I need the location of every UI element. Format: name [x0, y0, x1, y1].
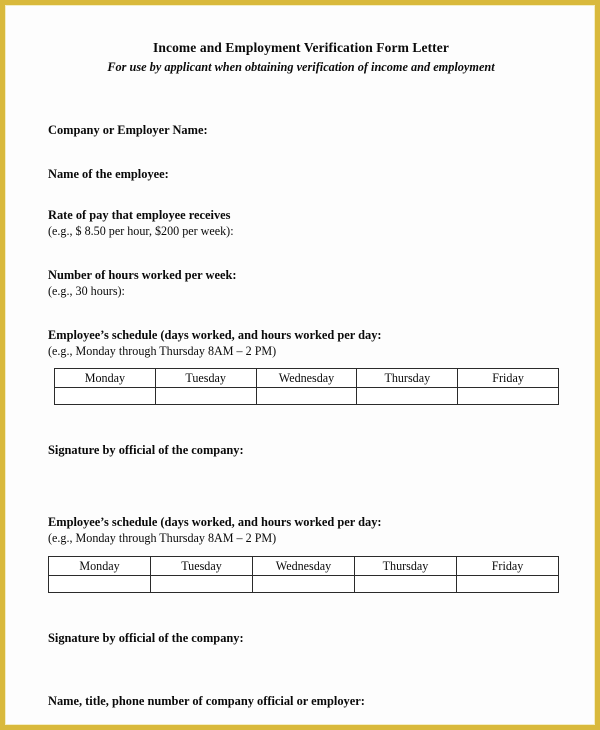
field-employee-name: Name of the employee: — [48, 167, 554, 183]
field-signature-1-label: Signature by official of the company: — [48, 443, 244, 458]
column-header-friday: Friday — [457, 368, 559, 389]
column-header-tuesday: Tuesday — [154, 368, 257, 389]
schedule-cell-wednesday[interactable] — [252, 574, 355, 593]
field-company-name-label: Company or Employer Name: — [48, 122, 208, 137]
column-header-monday: Monday — [54, 368, 156, 389]
field-signature-1: Signature by official of the company: — [48, 443, 554, 459]
column-header-thursday: Thursday — [356, 368, 459, 389]
field-rate-of-pay: Rate of pay that employee receives (e.g.… — [48, 208, 554, 239]
page-gold-frame: Income and Employment Verification Form … — [0, 0, 600, 730]
table-header-row: Monday Tuesday Wednesday Thursday Friday — [48, 555, 559, 576]
page-surface: Income and Employment Verification Form … — [5, 5, 595, 725]
field-employee-schedule-1-label: Employee’s schedule (days worked, and ho… — [48, 327, 382, 342]
table-row — [54, 387, 559, 406]
schedule-table-2: Monday Tuesday Wednesday Thursday Friday — [48, 555, 559, 593]
table-header-row: Monday Tuesday Wednesday Thursday Friday — [54, 368, 559, 389]
column-header-tuesday: Tuesday — [150, 555, 253, 576]
schedule-cell-monday[interactable] — [48, 574, 151, 593]
field-rate-of-pay-label: Rate of pay that employee receives — [48, 208, 231, 223]
field-signature-2: Signature by official of the company: — [48, 631, 554, 647]
schedule-cell-tuesday[interactable] — [150, 574, 253, 593]
schedule-cell-friday[interactable] — [457, 387, 559, 406]
schedule-cell-thursday[interactable] — [356, 387, 459, 406]
field-hours-per-week: Number of hours worked per week: (e.g., … — [48, 268, 554, 299]
schedule-table-2-body: Monday Tuesday Wednesday Thursday Friday — [48, 555, 559, 593]
column-header-wednesday: Wednesday — [255, 368, 358, 389]
column-header-wednesday: Wednesday — [252, 555, 355, 576]
document-body: Income and Employment Verification Form … — [6, 6, 594, 724]
field-employee-schedule-1: Employee’s schedule (days worked, and ho… — [48, 328, 554, 359]
field-name-title-phone: Name, title, phone number of company off… — [48, 694, 554, 710]
field-hours-per-week-example: (e.g., 30 hours): — [48, 283, 125, 298]
schedule-table-1-body: Monday Tuesday Wednesday Thursday Friday — [54, 368, 559, 406]
column-header-thursday: Thursday — [354, 555, 457, 576]
document-subtitle: For use by applicant when obtaining veri… — [107, 59, 495, 74]
schedule-cell-monday[interactable] — [54, 387, 156, 406]
field-name-title-phone-label: Name, title, phone number of company off… — [48, 694, 365, 709]
field-employee-name-label: Name of the employee: — [48, 167, 169, 182]
schedule-cell-friday[interactable] — [456, 574, 559, 593]
field-signature-2-label: Signature by official of the company: — [48, 630, 244, 645]
field-rate-of-pay-example: (e.g., $ 8.50 per hour, $200 per week): — [48, 224, 234, 239]
field-employee-schedule-2: Employee’s schedule (days worked, and ho… — [48, 515, 554, 546]
field-employee-schedule-2-example: (e.g., Monday through Thursday 8AM – 2 P… — [48, 531, 277, 546]
field-employee-schedule-2-label: Employee’s schedule (days worked, and ho… — [48, 515, 382, 530]
schedule-cell-wednesday[interactable] — [255, 387, 358, 406]
column-header-monday: Monday — [48, 555, 151, 576]
schedule-cell-tuesday[interactable] — [154, 387, 257, 406]
field-employee-schedule-1-example: (e.g., Monday through Thursday 8AM – 2 P… — [48, 343, 277, 358]
document-title: Income and Employment Verification Form … — [153, 40, 449, 55]
schedule-table-1: Monday Tuesday Wednesday Thursday Friday — [54, 368, 559, 406]
field-hours-per-week-label: Number of hours worked per week: — [48, 267, 237, 282]
column-header-friday: Friday — [456, 555, 559, 576]
field-company-name: Company or Employer Name: — [48, 123, 554, 139]
table-row — [48, 574, 559, 593]
schedule-cell-thursday[interactable] — [354, 574, 457, 593]
